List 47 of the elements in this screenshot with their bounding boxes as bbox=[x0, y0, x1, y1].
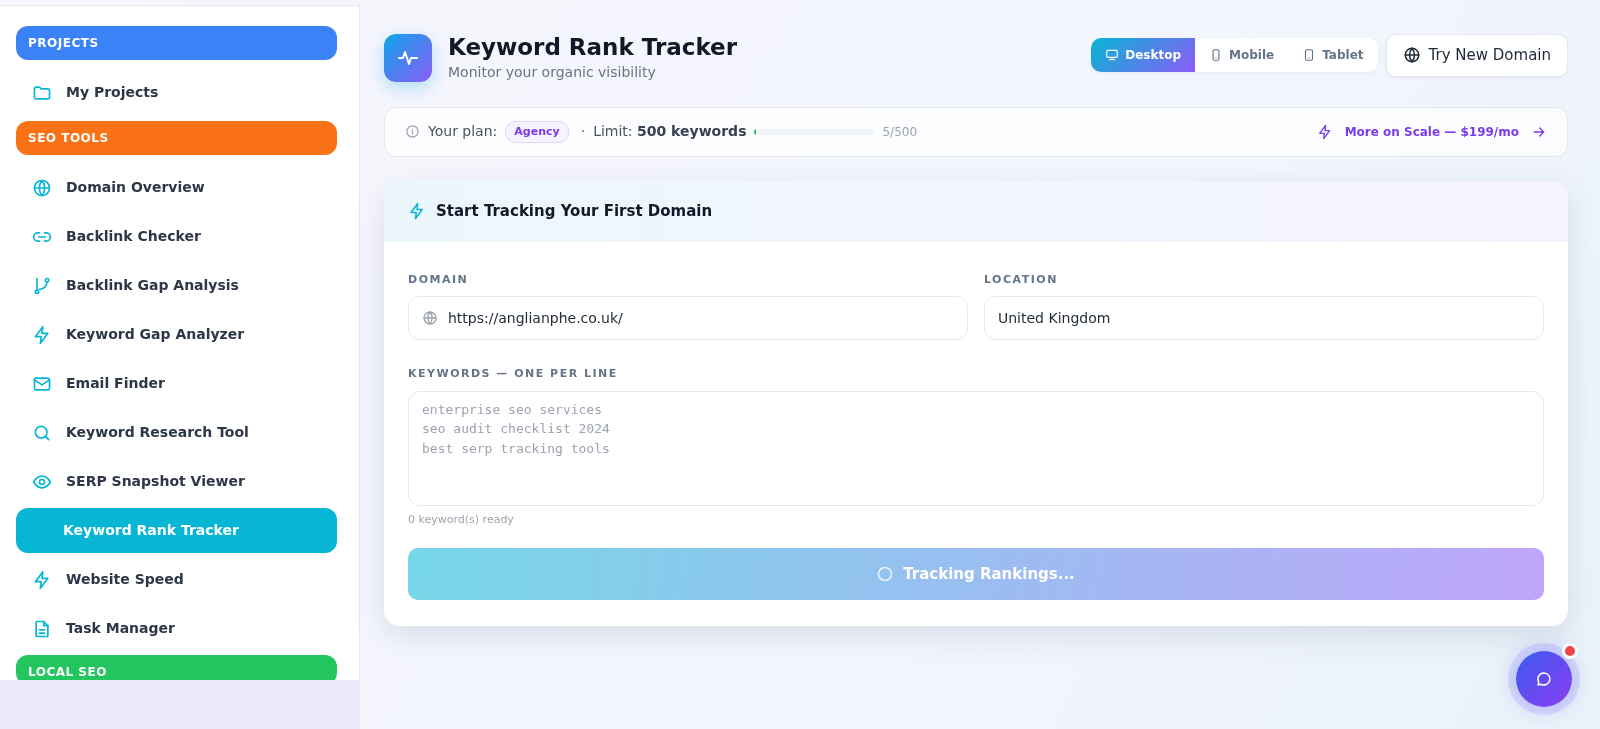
document-icon bbox=[32, 618, 52, 639]
globe-icon bbox=[1402, 46, 1421, 65]
page-subtitle: Monitor your organic visibility bbox=[448, 62, 657, 82]
page-title: Keyword Rank Tracker bbox=[448, 34, 738, 62]
domain-field[interactable]: https://anglianphe.co.uk/ bbox=[408, 296, 968, 341]
sidebar-item[interactable]: Keyword Gap Analyzer bbox=[16, 312, 337, 357]
section-header: PROJECTS bbox=[16, 26, 337, 60]
try-new-domain-button[interactable]: Try New Domain bbox=[1385, 34, 1568, 77]
location-field[interactable]: United Kingdom bbox=[984, 296, 1544, 341]
lightning-icon bbox=[1316, 123, 1333, 140]
field-label: DOMAIN bbox=[408, 271, 470, 288]
branch-icon bbox=[32, 275, 52, 296]
field-label: LOCATION bbox=[984, 271, 1059, 288]
card-title: Start Tracking Your First Domain bbox=[436, 201, 713, 223]
section-header: LOCAL SEO bbox=[16, 655, 337, 680]
spinner-icon bbox=[877, 566, 894, 583]
plan-label: Your plan: bbox=[428, 122, 498, 142]
lightning-icon bbox=[408, 202, 426, 221]
plan-badge: Agency bbox=[505, 120, 569, 144]
globe-icon bbox=[422, 310, 438, 327]
sidebar-item[interactable]: Email Finder bbox=[16, 361, 337, 406]
section-header: SEO TOOLS bbox=[16, 121, 337, 155]
sidebar-item[interactable]: Keyword Research Tool bbox=[16, 410, 337, 455]
sidebar-item[interactable]: My Projects bbox=[16, 70, 337, 115]
sidebar-item[interactable]: SERP Snapshot Viewer bbox=[16, 459, 337, 504]
sidebar-item[interactable]: Task Manager bbox=[16, 606, 337, 651]
lightning-icon bbox=[32, 324, 52, 345]
limit-text: Limit: 500 keywords bbox=[593, 122, 747, 142]
device-tab[interactable]: Tablet bbox=[1288, 38, 1378, 73]
device-tab[interactable]: Desktop bbox=[1091, 38, 1196, 73]
chat-icon bbox=[1535, 670, 1553, 688]
chat-button[interactable] bbox=[1516, 651, 1572, 707]
sidebar-item[interactable]: Website Speed bbox=[16, 557, 337, 602]
keyword-count: 0 keyword(s) ready bbox=[408, 511, 515, 528]
lightning-icon bbox=[32, 569, 52, 590]
device-tab[interactable]: Mobile bbox=[1195, 38, 1289, 73]
usage-count: 5/500 bbox=[882, 123, 918, 141]
globe-icon bbox=[32, 177, 52, 198]
sidebar-item[interactable]: Domain Overview bbox=[16, 165, 337, 210]
info-icon bbox=[405, 124, 420, 140]
keywords-field[interactable]: enterprise seo services seo audit checklist 2024 best serp tracking tools bbox=[408, 390, 1544, 506]
upgrade-link[interactable]: More on Scale — $199/mo bbox=[1316, 122, 1547, 141]
sidebar-item[interactable]: Backlink Gap Analysis bbox=[16, 263, 337, 308]
field-label: KEYWORDS — ONE PER LINE bbox=[408, 366, 619, 383]
monitor-icon bbox=[1105, 48, 1120, 63]
separator-dot: · bbox=[580, 122, 586, 142]
sidebar-item[interactable]: Backlink Checker bbox=[16, 214, 337, 259]
